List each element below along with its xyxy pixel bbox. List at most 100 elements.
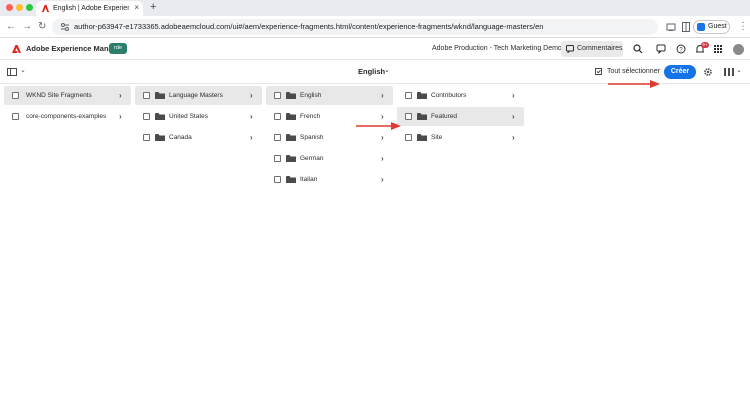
folder-icon [286,176,296,183]
apps-grid-icon[interactable] [713,44,723,54]
column-item[interactable]: core-components-examples › [4,107,131,126]
column-item[interactable]: WKND Site Fragments › [4,86,131,105]
column-item[interactable]: Contributors › [397,86,524,105]
item-label: Spanish [300,134,324,141]
select-all-button[interactable]: Tout sélectionner [607,67,660,77]
chevron-right-icon[interactable]: › [381,91,384,100]
item-checkbox[interactable] [274,155,281,162]
sidebar-icon[interactable] [682,22,690,32]
item-label: Featured [431,113,458,120]
folder-icon [155,113,165,120]
chevron-right-icon[interactable]: › [250,91,253,100]
select-all-icon[interactable] [595,68,603,76]
chevron-right-icon[interactable]: › [250,133,253,142]
folder-icon [155,134,165,141]
search-icon[interactable] [633,44,643,54]
comments-button[interactable]: Commentaires [561,41,623,57]
item-label: German [300,155,324,162]
folder-icon [417,92,427,99]
chevron-right-icon[interactable]: › [381,154,384,163]
title-chevron-down-icon[interactable]: ⌄ [384,66,390,76]
comments-icon [566,45,574,53]
comments-label: Commentaires [577,45,623,52]
item-label: English [300,92,322,99]
window-minimize-button[interactable] [16,4,23,11]
chevron-right-icon[interactable]: › [512,133,515,142]
item-label: French [300,113,321,120]
column-item[interactable]: Italian › [266,170,393,189]
cast-icon[interactable] [666,22,676,32]
aem-header: Adobe Experience Manager rde Adobe Produ… [0,38,750,60]
folder-icon [286,113,296,120]
item-checkbox[interactable] [143,134,150,141]
item-checkbox[interactable] [274,92,281,99]
item-checkbox[interactable] [274,176,281,183]
item-checkbox[interactable] [12,113,19,120]
page-title[interactable]: English [358,67,385,77]
column-item[interactable]: Canada › [135,128,262,147]
tab-title: English | Adobe Experience M [53,5,129,12]
item-checkbox[interactable] [143,92,150,99]
window-close-button[interactable] [6,4,13,11]
chevron-right-icon[interactable]: › [250,112,253,121]
feedback-icon[interactable] [656,44,666,54]
new-tab-button[interactable]: + [150,1,156,14]
item-checkbox[interactable] [405,134,412,141]
address-bar[interactable]: author-p63947-e1733365.adobeaemcloud.com… [52,19,658,35]
browser-tab-active[interactable]: English | Adobe Experience M × [36,1,143,16]
side-rail-toggle-icon[interactable] [7,68,17,76]
gear-icon[interactable] [703,67,713,77]
org-switcher[interactable]: Adobe Production - Tech Marketing Demos [432,44,565,54]
folder-icon [155,92,165,99]
site-info-icon [61,23,69,31]
column-item[interactable]: Featured › [397,107,524,126]
chevron-right-icon[interactable]: › [119,112,122,121]
item-label: United States [169,113,209,120]
chevron-right-icon[interactable]: › [512,91,515,100]
item-checkbox[interactable] [405,92,412,99]
column-view-icon[interactable] [724,68,734,76]
guest-avatar-icon [697,23,705,31]
annotation-arrow-create [608,80,660,88]
item-checkbox[interactable] [405,113,412,120]
item-label: Site [431,134,443,141]
guest-label: Guest [708,23,727,30]
chevron-right-icon[interactable]: › [381,175,384,184]
column-2: Language Masters › United States › Canada › [135,86,266,149]
browser-menu-icon[interactable]: ⋮ [738,20,748,33]
annotation-arrow-featured [356,122,401,130]
profile-button[interactable]: Guest [693,20,730,34]
column-3: English › French › Spanish › German › Italian › [266,86,397,191]
folder-icon [286,134,296,141]
item-checkbox[interactable] [143,113,150,120]
folder-icon [286,155,296,162]
window-maximize-button[interactable] [26,4,33,11]
notification-count-badge: 9+ [701,42,709,48]
column-item[interactable]: English › [266,86,393,105]
create-button[interactable]: Créer [664,65,696,79]
item-label: Canada [169,134,192,141]
view-chevron-down-icon[interactable]: ⌄ [736,66,742,76]
chevron-right-icon[interactable]: › [512,112,515,121]
item-checkbox[interactable] [274,134,281,141]
column-item[interactable]: German › [266,149,393,168]
forward-icon[interactable]: → [22,20,32,34]
item-label: core-components-examples [26,113,107,120]
url-text: author-p63947-e1733365.adobeaemcloud.com… [74,22,544,31]
chevron-right-icon[interactable]: › [381,133,384,142]
help-icon[interactable]: ? [676,44,686,54]
chevron-right-icon[interactable]: › [119,91,122,100]
rail-chevron-down-icon[interactable]: ⌄ [20,66,26,76]
reload-icon[interactable]: ↻ [38,20,46,34]
user-avatar[interactable] [733,44,744,55]
column-item[interactable]: United States › [135,107,262,126]
tab-close-icon[interactable]: × [134,2,139,14]
browser-tab-bar: English | Adobe Experience M × + [0,0,750,16]
back-icon[interactable]: ← [6,20,16,34]
folder-icon [286,92,296,99]
item-checkbox[interactable] [12,92,19,99]
column-item[interactable]: Site › [397,128,524,147]
item-label: WKND Site Fragments [26,92,92,99]
item-checkbox[interactable] [274,113,281,120]
column-item[interactable]: Language Masters › [135,86,262,105]
